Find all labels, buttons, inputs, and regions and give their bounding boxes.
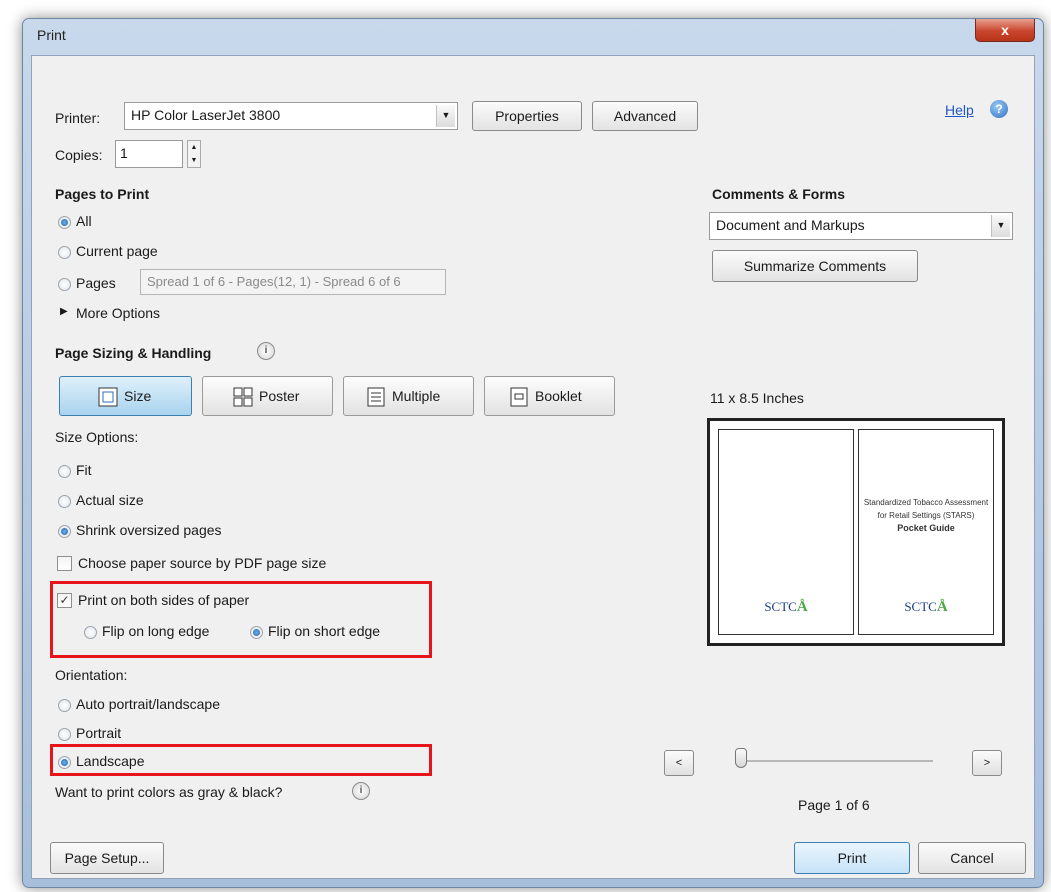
- page-slider-track[interactable]: [738, 760, 933, 762]
- sctc-logo: SCTCÅ: [764, 599, 808, 615]
- size-icon: [98, 387, 118, 407]
- gray-black-question: Want to print colors as gray & black?: [55, 784, 283, 800]
- radio-pages[interactable]: [58, 278, 71, 291]
- prev-page-button[interactable]: <: [664, 750, 694, 776]
- help-icon[interactable]: ?: [990, 100, 1008, 118]
- copies-input[interactable]: 1: [115, 140, 183, 168]
- info-icon[interactable]: i: [257, 342, 275, 360]
- tab-poster-label: Poster: [259, 388, 300, 404]
- tab-multiple[interactable]: Multiple: [343, 376, 474, 416]
- page-sizing-heading: Page Sizing & Handling: [55, 345, 212, 361]
- dialog-body: Printer: HP Color LaserJet 3800 ▼ Proper…: [31, 55, 1035, 879]
- comments-forms-select[interactable]: Document and Markups ▼: [709, 212, 1013, 240]
- close-icon: x: [1001, 22, 1009, 38]
- printer-select[interactable]: HP Color LaserJet 3800 ▼: [124, 102, 458, 130]
- orientation-label: Orientation:: [55, 667, 128, 683]
- radio-portrait-label: Portrait: [76, 725, 122, 741]
- chevron-down-icon: ▼: [436, 105, 455, 127]
- next-page-button[interactable]: >: [972, 750, 1002, 776]
- window-title: Print: [37, 27, 66, 43]
- poster-icon: [233, 387, 253, 407]
- chevron-down-icon: ▼: [991, 215, 1010, 237]
- booklet-icon: [510, 387, 528, 407]
- radio-portrait[interactable]: [58, 728, 71, 741]
- print-preview: SCTCÅ Standardized Tobacco Assessment fo…: [707, 418, 1005, 646]
- radio-shrink-oversized-label: Shrink oversized pages: [76, 522, 222, 538]
- comments-forms-value: Document and Markups: [716, 217, 865, 233]
- tab-poster[interactable]: Poster: [202, 376, 333, 416]
- radio-fit[interactable]: [58, 465, 71, 478]
- paper-size-label: 11 x 8.5 Inches: [710, 390, 804, 406]
- highlight-duplex-box: [50, 581, 432, 658]
- summarize-comments-button[interactable]: Summarize Comments: [712, 250, 918, 282]
- radio-all[interactable]: [58, 216, 71, 229]
- cancel-button[interactable]: Cancel: [918, 842, 1026, 874]
- tab-booklet-label: Booklet: [535, 388, 582, 404]
- help-link[interactable]: Help: [945, 102, 974, 118]
- info-icon-gray[interactable]: i: [352, 782, 370, 800]
- printer-value: HP Color LaserJet 3800: [131, 107, 281, 123]
- radio-all-label: All: [76, 213, 92, 229]
- close-button[interactable]: x: [975, 19, 1035, 42]
- preview-page-right: Standardized Tobacco Assessment for Reta…: [858, 429, 994, 635]
- radio-auto-orientation[interactable]: [58, 699, 71, 712]
- tab-multiple-label: Multiple: [392, 388, 441, 404]
- copies-value: 1: [120, 145, 128, 161]
- radio-current-page-label: Current page: [76, 243, 158, 259]
- checkbox-paper-source[interactable]: [57, 556, 72, 571]
- size-options-label: Size Options:: [55, 429, 139, 445]
- preview-guide-text: Standardized Tobacco Assessment for Reta…: [863, 498, 989, 533]
- tab-booklet[interactable]: Booklet: [484, 376, 615, 416]
- properties-button[interactable]: Properties: [472, 101, 582, 131]
- comments-forms-heading: Comments & Forms: [712, 186, 846, 202]
- radio-current-page[interactable]: [58, 246, 71, 259]
- advanced-button[interactable]: Advanced: [592, 101, 698, 131]
- radio-fit-label: Fit: [76, 462, 92, 478]
- page-indicator: Page 1 of 6: [798, 797, 870, 813]
- print-button[interactable]: Print: [794, 842, 910, 874]
- page-slider-thumb[interactable]: [735, 748, 747, 768]
- pages-to-print-heading: Pages to Print: [55, 186, 150, 202]
- print-dialog-window: Print x Printer: HP Color LaserJet 3800 …: [22, 18, 1044, 888]
- radio-auto-orientation-label: Auto portrait/landscape: [76, 696, 220, 712]
- page-setup-button[interactable]: Page Setup...: [50, 842, 164, 874]
- checkbox-paper-source-label: Choose paper source by PDF page size: [78, 555, 327, 571]
- printer-label: Printer:: [55, 110, 101, 126]
- preview-page-left: SCTCÅ: [718, 429, 854, 635]
- radio-actual-size[interactable]: [58, 495, 71, 508]
- caret-right-icon[interactable]: ▶: [60, 306, 68, 317]
- radio-shrink-oversized[interactable]: [58, 525, 71, 538]
- highlight-landscape-box: [50, 744, 432, 776]
- pages-range-input[interactable]: Spread 1 of 6 - Pages(12, 1) - Spread 6 …: [140, 269, 446, 295]
- tab-size[interactable]: Size: [59, 376, 192, 416]
- radio-pages-label: Pages: [76, 275, 116, 291]
- tab-size-label: Size: [124, 388, 152, 404]
- copies-label: Copies:: [55, 147, 103, 163]
- copies-stepper[interactable]: ▲ ▼: [187, 140, 201, 168]
- pages-range-value: Spread 1 of 6 - Pages(12, 1) - Spread 6 …: [147, 274, 401, 289]
- more-options-toggle[interactable]: More Options: [76, 305, 160, 321]
- sctc-logo: SCTCÅ: [904, 599, 948, 615]
- radio-actual-size-label: Actual size: [76, 492, 144, 508]
- multiple-icon: [367, 387, 385, 407]
